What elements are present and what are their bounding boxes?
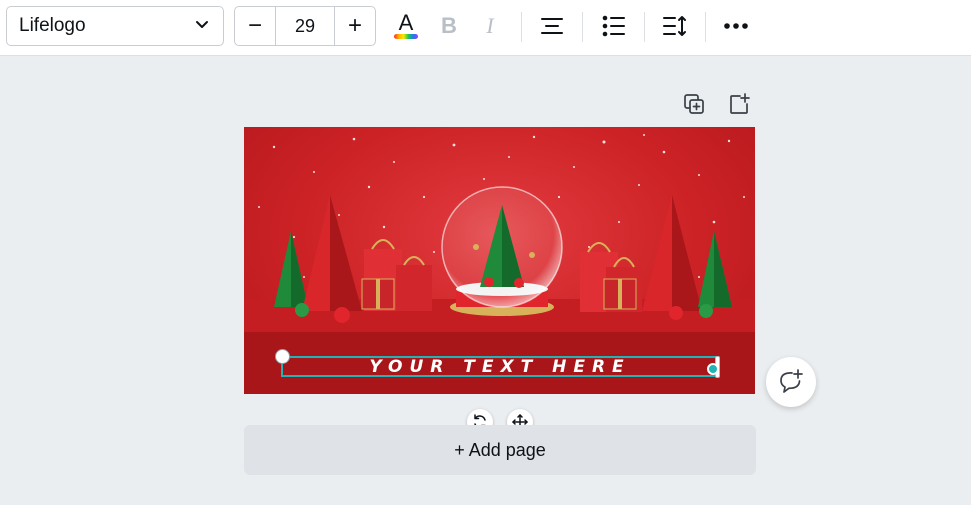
font-family-label: Lifelogo (19, 15, 86, 36)
list-icon (602, 15, 625, 37)
italic-button[interactable]: I (472, 8, 508, 44)
font-size-stepper: − 29 + (234, 6, 376, 46)
resize-handle-left[interactable] (275, 349, 290, 364)
font-family-dropdown[interactable]: Lifelogo (6, 6, 224, 46)
text-color-glyph: A (399, 10, 414, 35)
chevron-down-icon (193, 15, 211, 38)
decrease-font-size-button[interactable]: − (235, 7, 275, 45)
bold-button[interactable]: B (431, 8, 467, 44)
christmas-scene-image (244, 134, 755, 394)
editor-toolbar: Lifelogo − 29 + A B I (0, 0, 971, 56)
more-options-button[interactable] (718, 8, 754, 44)
spacing-icon (663, 16, 686, 36)
spacing-button[interactable] (657, 8, 693, 44)
italic-icon: I (486, 13, 494, 38)
add-comment-button[interactable] (766, 357, 816, 407)
align-center-button[interactable] (534, 8, 570, 44)
text-color-icon: A (394, 10, 418, 39)
resize-handle-corner[interactable] (707, 363, 719, 375)
selected-text-box[interactable]: YOUR TEXT HERE (281, 356, 719, 377)
add-page-icon-button[interactable] (725, 90, 753, 118)
add-page-icon (730, 93, 750, 114)
increase-font-size-button[interactable]: + (335, 7, 375, 45)
align-center-icon (541, 18, 563, 34)
design-canvas[interactable]: YOUR TEXT HERE (244, 127, 755, 394)
toolbar-divider (521, 12, 522, 42)
toolbar-divider (582, 12, 583, 42)
add-page-button[interactable]: + Add page (244, 425, 756, 475)
toolbar-divider (644, 12, 645, 42)
list-button[interactable] (596, 8, 632, 44)
text-color-button[interactable]: A (388, 8, 424, 44)
add-comment-icon (780, 369, 803, 393)
font-size-input[interactable]: 29 (275, 7, 335, 45)
more-icon (724, 23, 748, 29)
toolbar-divider (705, 12, 706, 42)
canvas-text[interactable]: YOUR TEXT HERE (369, 357, 630, 377)
bold-icon: B (441, 13, 457, 38)
duplicate-page-icon (684, 94, 704, 114)
duplicate-page-button[interactable] (680, 90, 708, 118)
